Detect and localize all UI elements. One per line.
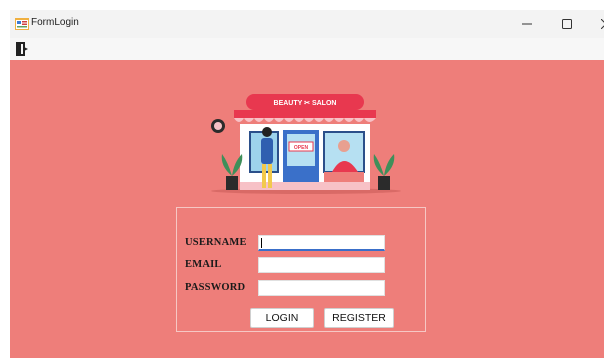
username-label: USERNAME — [185, 237, 247, 248]
beauty-salon-illustration: BEAUTY ✂ SALON OPEN — [211, 94, 401, 194]
register-button[interactable]: REGISTER — [324, 308, 394, 328]
close-button[interactable] — [587, 10, 604, 38]
title-bar[interactable]: FormLogin — [10, 10, 604, 38]
form-client-area: BEAUTY ✂ SALON OPEN USERNAME EMAIL PASSW… — [10, 60, 604, 358]
app-icon — [15, 18, 29, 30]
email-label: EMAIL — [185, 259, 222, 270]
password-input[interactable] — [258, 280, 385, 296]
login-window: FormLogin BEAUTY ✂ SALON OPEN USERNAME E… — [10, 10, 604, 358]
text-caret — [261, 238, 262, 248]
minimize-icon — [522, 23, 532, 25]
exit-door-icon[interactable] — [14, 41, 30, 57]
door-sign-text: OPEN — [294, 145, 309, 151]
username-input[interactable] — [258, 235, 385, 251]
maximize-button[interactable] — [548, 10, 586, 38]
password-label: PASSWORD — [185, 282, 246, 293]
login-group-box: USERNAME EMAIL PASSWORD LOGIN REGISTER — [176, 207, 426, 332]
email-input[interactable] — [258, 257, 385, 273]
minimize-button[interactable] — [508, 10, 546, 38]
toolbar — [10, 38, 604, 60]
login-button[interactable]: LOGIN — [250, 308, 314, 328]
maximize-icon — [562, 19, 572, 29]
salon-sign-text: BEAUTY ✂ SALON — [274, 100, 337, 107]
window-title: FormLogin — [31, 17, 79, 28]
